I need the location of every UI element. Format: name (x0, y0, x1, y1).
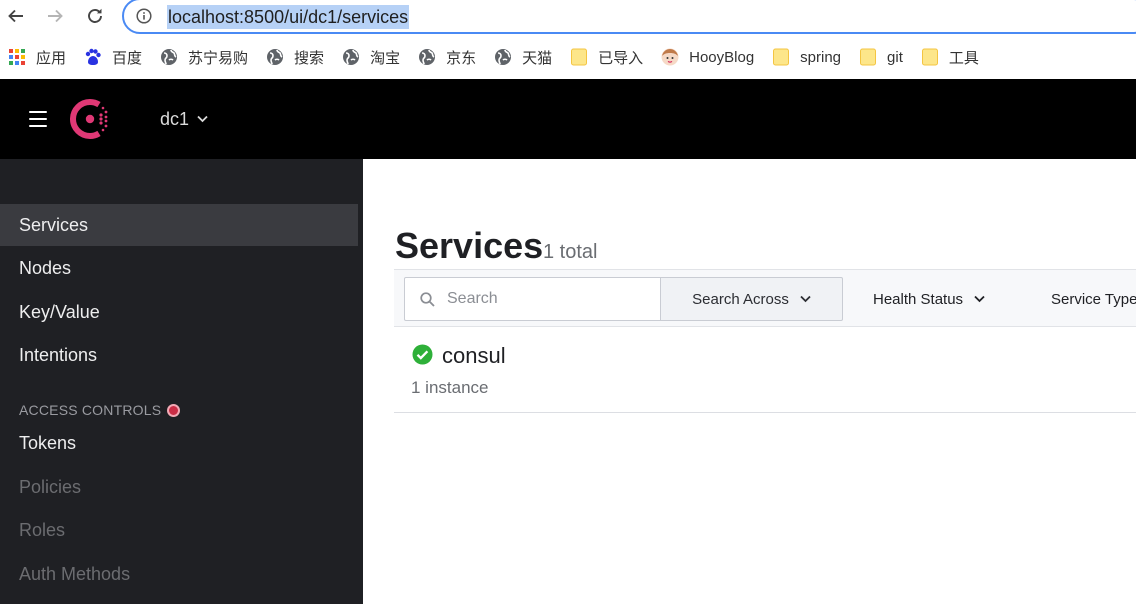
page-title: Services (395, 225, 544, 266)
folder-icon (859, 48, 877, 66)
bookmark-taobao[interactable]: 淘宝 (340, 42, 410, 72)
service-list-item[interactable]: consul 1 instance (394, 327, 1136, 413)
bookmark-hooyblog[interactable]: HooyBlog (659, 42, 764, 72)
search-input[interactable] (447, 278, 652, 320)
avatar-icon (661, 48, 679, 66)
sidebar-item-roles: Roles (19, 520, 66, 540)
sidebar-item-services[interactable]: Services (0, 204, 358, 246)
info-icon[interactable] (136, 8, 152, 24)
reload-icon (88, 8, 102, 23)
folder-icon (921, 48, 939, 66)
chevron-down-icon (974, 295, 985, 303)
folder-icon (570, 48, 588, 66)
globe-icon (418, 48, 436, 66)
bookmark-apps[interactable]: 应用 (6, 42, 76, 72)
bookmark-imported[interactable]: 已导入 (568, 42, 653, 72)
bookmark-suning[interactable]: 苏宁易购 (158, 42, 258, 72)
sidebar-item-tokens[interactable]: Tokens (0, 422, 363, 464)
browser-toolbar: localhost:8500/ui/dc1/services (0, 0, 1136, 36)
app-header: dc1 (0, 79, 1136, 159)
bookmark-label: 苏宁易购 (188, 49, 249, 67)
access-controls-label: ACCESS CONTROLS (19, 402, 162, 418)
service-type-dropdown[interactable]: Service Type (1051, 277, 1136, 321)
service-name-link[interactable]: consul (442, 343, 506, 369)
service-count: 1 total (543, 241, 598, 263)
url-text[interactable]: localhost:8500/ui/dc1/services (167, 5, 410, 29)
bookmark-tools[interactable]: 工具 (919, 42, 989, 72)
datacenter-label: dc1 (160, 108, 190, 129)
bookmark-label: 搜索 (294, 49, 325, 67)
health-status-dropdown[interactable]: Health Status (873, 277, 985, 321)
globe-icon (266, 48, 284, 66)
status-dot-icon (167, 403, 181, 417)
bookmark-spring[interactable]: spring (770, 42, 851, 72)
sidebar: Services Nodes Key/Value Intentions ACCE… (0, 159, 363, 604)
arrow-left-icon (8, 9, 23, 23)
instance-count: 1 instance (411, 378, 489, 397)
folder-icon (772, 48, 790, 66)
bookmark-baidu[interactable]: 百度 (82, 42, 152, 72)
service-type-label: Service Type (1051, 290, 1136, 308)
apps-grid-icon (8, 48, 26, 66)
chevron-down-icon (197, 115, 208, 123)
chevron-down-icon (800, 295, 811, 303)
sidebar-item-intentions[interactable]: Intentions (0, 334, 363, 376)
search-across-label: Search Across (692, 290, 789, 308)
bookmark-tmall[interactable]: 天猫 (492, 42, 562, 72)
reload-button[interactable] (83, 4, 107, 28)
bookmarks-bar: 应用 百度 苏宁易购 搜索 淘宝 京东 天猫 已导入 HooyBlog spri… (0, 38, 1136, 76)
arrow-right-icon (48, 9, 63, 23)
bookmark-label: spring (800, 48, 842, 66)
access-controls-heading: ACCESS CONTROLS (19, 402, 181, 418)
sidebar-item-key-value[interactable]: Key/Value (0, 291, 363, 333)
bookmark-git[interactable]: git (857, 42, 913, 72)
consul-logo-icon[interactable] (70, 99, 112, 139)
bookmark-label: 百度 (112, 49, 143, 67)
search-icon (420, 292, 435, 307)
forward-button[interactable] (43, 4, 67, 28)
bookmark-jd[interactable]: 京东 (416, 42, 486, 72)
globe-icon (494, 48, 512, 66)
bookmark-label: 已导入 (598, 49, 644, 67)
globe-icon (342, 48, 360, 66)
menu-toggle-button[interactable] (29, 111, 47, 127)
bookmark-label: git (887, 48, 903, 66)
globe-icon (160, 48, 178, 66)
health-status-label: Health Status (873, 290, 964, 308)
search-across-dropdown[interactable]: Search Across (660, 277, 843, 321)
bookmark-label: 淘宝 (370, 49, 401, 67)
back-button[interactable] (4, 4, 28, 28)
bookmark-label: HooyBlog (689, 48, 755, 66)
check-circle-icon (412, 344, 433, 365)
baidu-paw-icon (84, 48, 102, 66)
datacenter-dropdown[interactable]: dc1 (160, 107, 208, 131)
bookmark-label: 京东 (446, 49, 477, 67)
search-field[interactable] (404, 277, 661, 321)
sidebar-item-nodes[interactable]: Nodes (0, 247, 363, 289)
sidebar-item-auth-methods: Auth Methods (19, 564, 131, 584)
bookmark-label: 天猫 (522, 49, 553, 67)
bookmark-search[interactable]: 搜索 (264, 42, 334, 72)
sidebar-item-policies: Policies (19, 477, 82, 497)
bookmark-label: 工具 (948, 49, 979, 67)
bookmark-label: 应用 (36, 49, 67, 67)
hamburger-icon (29, 111, 47, 114)
filter-bar: Search Across Health Status Service Type (394, 269, 1136, 327)
address-bar[interactable]: localhost:8500/ui/dc1/services (122, 0, 1136, 34)
